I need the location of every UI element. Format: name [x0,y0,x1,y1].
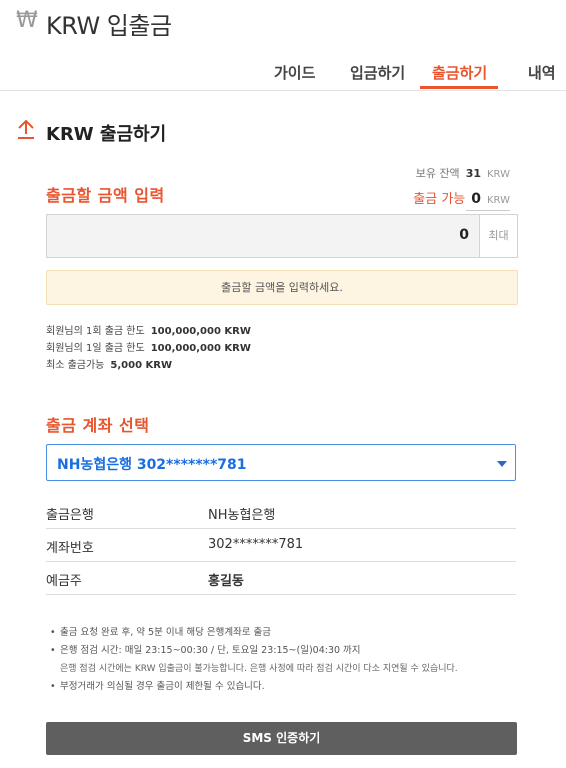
limit-per-time: 회원님의 1회 출금 한도 100,000,000 KRW [46,322,251,337]
tab-history[interactable]: 내역 [528,62,556,83]
tab-deposit[interactable]: 입금하기 [350,62,405,83]
note-item: 은행 점검 시간: 매일 23:15~00:30 / 단, 토요일 23:15~… [46,642,526,660]
available-underline [466,210,510,211]
chevron-down-icon [497,461,507,467]
limit-label: 회원님의 1회 출금 한도 [46,326,145,337]
account-select-value: NH농협은행 302*******781 [57,457,247,473]
note-sub-item: 은행 점검 시간에는 KRW 입출금이 불가능합니다. 은행 사정에 따라 점검… [60,664,458,674]
info-row-account-number: 계좌번호 302*******781 [46,529,516,562]
held-balance-label: 보유 잔액 [415,167,460,180]
note-item: 부정거래가 의심될 경우 출금이 제한될 수 있습니다. [46,678,526,696]
tab-guide[interactable]: 가이드 [274,62,315,83]
limit-per-day: 회원님의 1일 출금 한도 100,000,000 KRW [46,339,251,354]
held-balance-value: 31 [465,167,481,180]
account-heading: 출금 계좌 선택 [46,416,150,435]
info-value: 302*******781 [208,537,304,552]
active-tab-indicator [420,86,498,89]
amount-input[interactable]: 0 [46,214,479,258]
available-balance-value: 0 [471,191,481,207]
upload-arrow-icon [16,118,36,146]
limit-minimum: 최소 출금가능 5,000 KRW [46,356,172,371]
limit-value: 5,000 KRW [110,360,172,371]
notes-list: 출금 요청 완료 후, 약 5분 이내 해당 은행계좌로 출금 은행 점검 시간… [46,624,526,696]
won-currency-icon: ₩ [16,8,38,33]
info-row-holder: 예금주 홍길동 [46,562,516,595]
info-label: 계좌번호 [46,541,94,556]
info-label: 출금은행 [46,508,94,523]
amount-notice: 출금할 금액을 입력하세요. [46,270,518,305]
limit-value: 100,000,000 KRW [150,343,251,354]
amount-value: 0 [459,227,469,243]
sms-verify-button[interactable]: SMS 인증하기 [46,722,517,755]
limit-value: 100,000,000 KRW [150,326,251,337]
limit-label: 회원님의 1일 출금 한도 [46,343,145,354]
amount-heading: 출금할 금액 입력 [46,186,165,205]
info-label: 예금주 [46,574,82,589]
section-title: KRW 출금하기 [46,124,167,145]
held-balance-unit: KRW [487,169,510,180]
available-balance: 출금 가능 0 KRW [413,188,510,207]
info-row-bank: 출금은행 NH농협은행 [46,496,516,529]
held-balance: 보유 잔액 31 KRW [416,165,510,181]
available-balance-unit: KRW [487,195,510,206]
page-title: KRW 입출금 [46,12,172,40]
limit-label: 최소 출금가능 [46,360,105,371]
available-balance-label: 출금 가능 [413,192,466,207]
account-select[interactable]: NH농협은행 302*******781 [46,444,516,481]
note-item: 출금 요청 완료 후, 약 5분 이내 해당 은행계좌로 출금 [46,624,526,642]
tab-withdraw[interactable]: 출금하기 [432,62,487,83]
max-button[interactable]: 최대 [479,214,518,258]
tab-divider [0,90,566,91]
info-value: NH농협은행 [208,508,276,523]
info-value: 홍길동 [208,574,244,589]
